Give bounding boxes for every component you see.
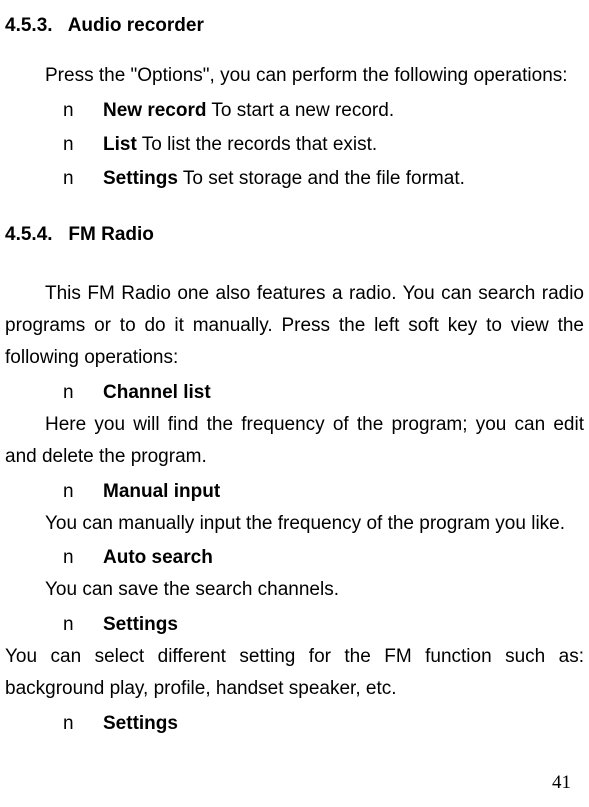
bullet-icon: n bbox=[63, 129, 103, 161]
section1-intro: Press the "Options", you can perform the… bbox=[5, 60, 584, 92]
item-desc: To start a new record. bbox=[206, 100, 394, 121]
list-item: nNew record To start a new record. bbox=[5, 95, 584, 127]
section-heading-2: 4.5.4. FM Radio bbox=[5, 219, 584, 251]
section-number-2: 4.5.4. bbox=[5, 224, 53, 245]
bullet-icon: n bbox=[63, 95, 103, 127]
page-number: 41 bbox=[552, 767, 571, 799]
item-label: Settings bbox=[103, 168, 178, 189]
list-item: nAuto search bbox=[5, 542, 584, 574]
section-number-1: 4.5.3. bbox=[5, 15, 53, 36]
item-label: Auto search bbox=[103, 547, 213, 568]
list-item: nSettings To set storage and the file fo… bbox=[5, 163, 584, 195]
list-item: nSettings bbox=[5, 609, 584, 641]
bullet-icon: n bbox=[63, 542, 103, 574]
list-item: nManual input bbox=[5, 476, 584, 508]
bullet-icon: n bbox=[63, 708, 103, 740]
item-desc: You can manually input the frequency of … bbox=[5, 508, 584, 540]
item-label: Channel list bbox=[103, 382, 211, 403]
section-title-2: FM Radio bbox=[68, 224, 154, 245]
item-label: Settings bbox=[103, 614, 178, 635]
bullet-icon: n bbox=[63, 609, 103, 641]
list-item: nChannel list bbox=[5, 377, 584, 409]
list-item: nSettings bbox=[5, 708, 584, 740]
bullet-icon: n bbox=[63, 163, 103, 195]
item-desc: You can select different setting for the… bbox=[5, 641, 584, 706]
item-label: List bbox=[103, 134, 137, 155]
item-desc: You can save the search channels. bbox=[5, 574, 584, 606]
bullet-icon: n bbox=[63, 377, 103, 409]
section2-intro: This FM Radio one also features a radio.… bbox=[5, 278, 584, 375]
section-title-1: Audio recorder bbox=[68, 15, 204, 36]
item-label: Settings bbox=[103, 713, 178, 734]
bullet-icon: n bbox=[63, 476, 103, 508]
section-heading-1: 4.5.3. Audio recorder bbox=[5, 10, 584, 42]
item-label: Manual input bbox=[103, 481, 220, 502]
item-desc: Here you will find the frequency of the … bbox=[5, 409, 584, 474]
item-desc: To list the records that exist. bbox=[137, 134, 377, 155]
item-desc: To set storage and the file format. bbox=[178, 168, 465, 189]
list-item: nList To list the records that exist. bbox=[5, 129, 584, 161]
item-label: New record bbox=[103, 100, 206, 121]
